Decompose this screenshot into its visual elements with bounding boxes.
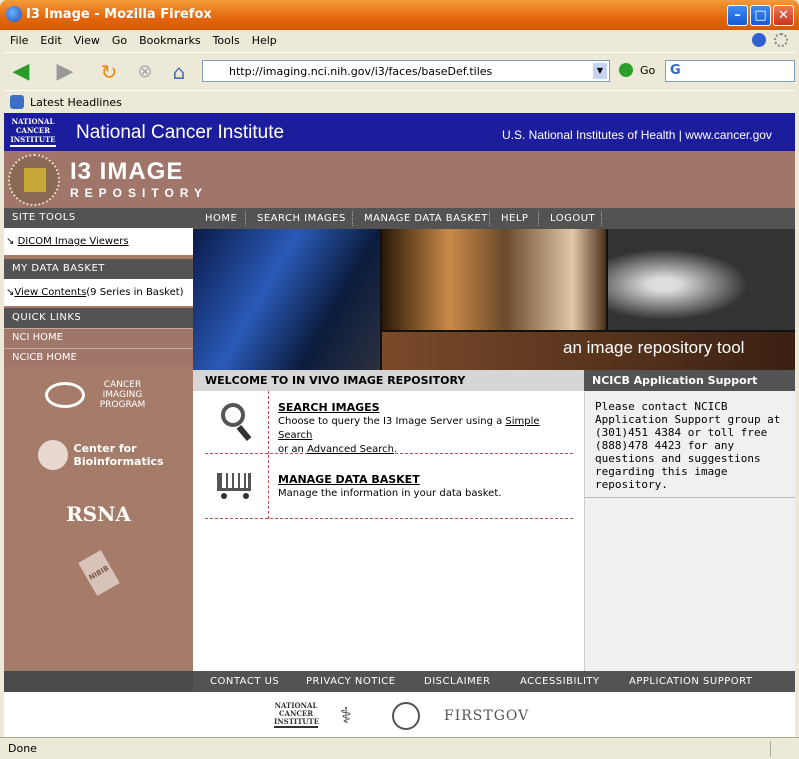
nci-home-link[interactable]: NCI HOME <box>4 328 193 347</box>
throbber-icon <box>774 33 788 47</box>
status-bar: Done <box>0 737 799 759</box>
window-title: I3 Image - Mozilla Firefox <box>26 7 212 22</box>
google-icon: G <box>670 63 681 78</box>
brand-header: I3 IMAGE REPOSITORY <box>4 151 795 208</box>
firefox-icon <box>6 6 22 22</box>
support-divider <box>585 497 795 498</box>
manage-basket-desc: Manage the information in your data bask… <box>278 488 502 499</box>
search-images-link[interactable]: SEARCH IMAGES <box>278 401 380 414</box>
go-button[interactable]: Go <box>640 64 655 77</box>
nci-name[interactable]: National Cancer Institute <box>76 122 284 144</box>
sidebar-item-dicom[interactable]: ↘ DICOM Image Viewers <box>4 228 193 255</box>
menu-tools[interactable]: Tools <box>207 30 246 47</box>
footer-nci-logo[interactable]: NATIONAL CANCER INSTITUTE <box>274 702 319 728</box>
back-icon[interactable]: ◀ <box>8 59 34 85</box>
cbiit-icon <box>37 440 68 470</box>
download-icon[interactable] <box>752 33 766 47</box>
chest-xray-photo <box>608 229 795 330</box>
welcome-heading: WELCOME TO IN VIVO IMAGE REPOSITORY <box>193 370 584 391</box>
footer-application-support[interactable]: APPLICATION SUPPORT <box>629 676 752 687</box>
url-text: http://imaging.nci.nih.gov/i3/faces/base… <box>229 65 493 78</box>
advanced-search-link[interactable]: Advanced Search <box>307 444 394 455</box>
brand-subtitle: REPOSITORY <box>70 186 209 200</box>
firstgov-logo[interactable]: FIRSTGOV <box>444 708 529 724</box>
manage-data-basket-link[interactable]: MANAGE DATA BASKET <box>278 473 420 486</box>
support-text: Please contact NCICB Application Support… <box>595 400 781 491</box>
rsna-logo[interactable]: RSNA <box>4 502 193 526</box>
footer-accessibility[interactable]: ACCESSIBILITY <box>520 676 600 687</box>
go-icon[interactable] <box>619 63 633 77</box>
nci-header: NATIONAL CANCER INSTITUTE National Cance… <box>4 113 795 151</box>
search-input[interactable]: G <box>665 60 795 82</box>
view-contents-link[interactable]: View Contents <box>14 287 86 298</box>
minimize-button[interactable]: – <box>727 5 748 26</box>
menu-help[interactable]: Help <box>246 30 283 47</box>
status-text: Done <box>8 742 37 755</box>
site-tools-heading: SITE TOOLS <box>4 208 193 228</box>
nih-links[interactable]: U.S. National Institutes of Health | www… <box>502 128 772 142</box>
bookmark-latest-headlines[interactable]: Latest Headlines <box>30 96 122 109</box>
top-navigation: HOME SEARCH IMAGES MANAGE DATA BASKET HE… <box>193 208 795 229</box>
banner-image: an image repository tool <box>193 229 795 370</box>
support-heading: NCICB Application Support <box>584 370 795 391</box>
window-titlebar: I3 Image - Mozilla Firefox – □ ✕ <box>0 0 799 30</box>
nibib-logo[interactable]: NIBIB <box>4 550 193 596</box>
ncicb-home-link[interactable]: NCICB HOME <box>4 348 193 367</box>
basket-count: (9 Series in Basket) <box>86 287 184 298</box>
dicom-link[interactable]: DICOM Image Viewers <box>18 236 129 247</box>
sidebar: SITE TOOLS ↘ DICOM Image Viewers MY DATA… <box>4 208 193 671</box>
search-images-desc: Choose to query the I3 Image Server usin… <box>278 416 540 455</box>
quick-links-heading: QUICK LINKS <box>4 308 193 328</box>
menu-view[interactable]: View <box>68 30 106 47</box>
nav-logout[interactable]: LOGOUT <box>550 213 595 224</box>
navigation-toolbar: ◀ ▶ ↻ ⊗ ⌂ http://imaging.nci.nih.gov/i3/… <box>4 52 795 90</box>
bookmarks-toolbar: Latest Headlines <box>4 90 795 113</box>
cart-icon <box>205 455 269 519</box>
sidebar-item-view-contents[interactable]: ↘View Contents(9 Series in Basket) <box>4 279 193 306</box>
main-content: SEARCH IMAGES Choose to query the I3 Ima… <box>193 391 584 671</box>
address-bar[interactable]: http://imaging.nci.nih.gov/i3/faces/base… <box>202 60 610 82</box>
nci-logo[interactable]: NATIONAL CANCER INSTITUTE <box>10 117 56 147</box>
nih-seal-icon[interactable] <box>392 702 420 730</box>
footer-contact-us[interactable]: CONTACT US <box>210 676 279 687</box>
menu-bar: File Edit View Go Bookmarks Tools Help <box>4 30 795 52</box>
menu-edit[interactable]: Edit <box>34 30 67 47</box>
home-icon[interactable]: ⌂ <box>166 59 192 85</box>
rss-icon <box>10 95 24 109</box>
brand-title: I3 IMAGE <box>70 158 184 185</box>
footer-logos: NATIONAL CANCER INSTITUTE ⚕ FIRSTGOV <box>4 692 795 737</box>
radiologist-photo <box>193 229 380 370</box>
close-button[interactable]: ✕ <box>773 5 794 26</box>
menu-go[interactable]: Go <box>106 30 133 47</box>
hhs-logo-icon[interactable]: ⚕ <box>340 704 352 729</box>
dropdown-icon[interactable]: ▼ <box>593 63 607 79</box>
xray-viewer-photo <box>382 229 606 330</box>
manage-basket-row: MANAGE DATA BASKET Manage the informatio… <box>205 455 573 519</box>
banner-tagline: an image repository tool <box>563 338 745 357</box>
magnifier-icon <box>205 391 269 454</box>
page-content: NATIONAL CANCER INSTITUTE National Cance… <box>4 113 795 737</box>
nav-manage-data-basket[interactable]: MANAGE DATA BASKET <box>364 213 488 224</box>
stop-icon[interactable]: ⊗ <box>132 59 158 85</box>
footer-disclaimer[interactable]: DISCLAIMER <box>424 676 490 687</box>
footer-privacy-notice[interactable]: PRIVACY NOTICE <box>306 676 396 687</box>
maximize-button[interactable]: □ <box>750 5 771 26</box>
nav-home[interactable]: HOME <box>205 213 237 224</box>
support-panel: Please contact NCICB Application Support… <box>584 391 795 671</box>
nav-help[interactable]: HELP <box>501 213 528 224</box>
data-basket-heading: MY DATA BASKET <box>4 259 193 279</box>
forward-icon[interactable]: ▶ <box>52 59 78 85</box>
menu-bookmarks[interactable]: Bookmarks <box>133 30 206 47</box>
footer-navigation: CONTACT US PRIVACY NOTICE DISCLAIMER ACC… <box>4 671 795 692</box>
cip-icon <box>44 382 85 408</box>
reload-icon[interactable]: ↻ <box>96 59 122 85</box>
cancer-imaging-program-logo[interactable]: CANCER IMAGING PROGRAM <box>4 380 193 410</box>
i3-logo-icon <box>8 154 60 206</box>
search-images-row: SEARCH IMAGES Choose to query the I3 Ima… <box>205 391 573 455</box>
resize-grip[interactable] <box>770 741 786 757</box>
nav-search-images[interactable]: SEARCH IMAGES <box>257 213 346 224</box>
menu-file[interactable]: File <box>4 30 34 47</box>
center-bioinformatics-logo[interactable]: Center for Bioinformatics <box>4 440 193 470</box>
